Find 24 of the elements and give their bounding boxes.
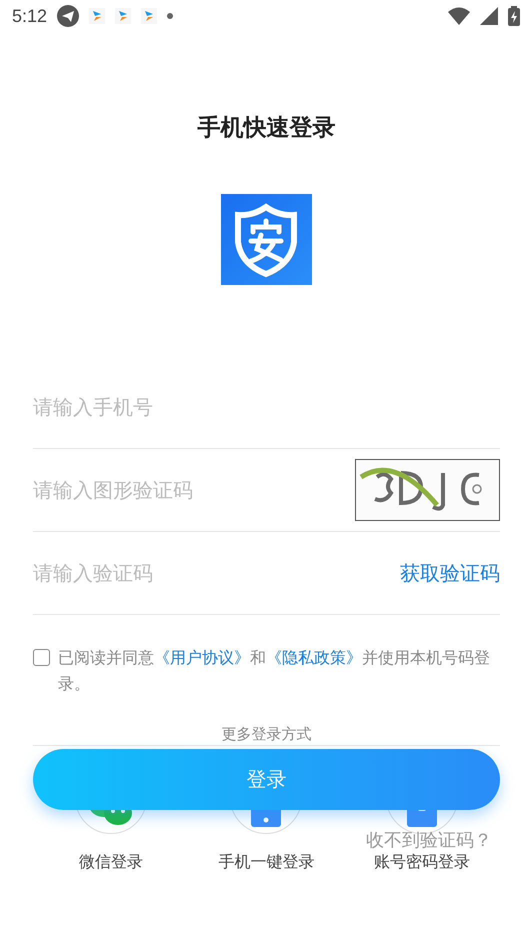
battery-charging-icon <box>508 6 520 26</box>
login-button[interactable]: 登录 <box>33 749 500 810</box>
get-code-button[interactable]: 获取验证码 <box>400 560 500 586</box>
paper-plane-icon <box>57 5 80 27</box>
app-icon <box>115 8 132 24</box>
dot-icon <box>167 13 174 19</box>
signal-icon <box>480 7 498 25</box>
app-icon <box>89 8 106 24</box>
wifi-icon <box>448 7 470 25</box>
page-title: 手机快速登录 <box>196 114 336 143</box>
shield-logo-icon <box>221 194 312 285</box>
login-option-label: 微信登录 <box>78 852 143 873</box>
login-option-label: 手机一键登录 <box>218 852 314 873</box>
input-field[interactable]: 请输入验证码 <box>33 558 400 588</box>
app-icon <box>141 8 158 24</box>
policy-link[interactable]: 《用户协议》 <box>154 648 250 667</box>
policy-link[interactable]: 《隐私政策》 <box>266 648 362 667</box>
help-link[interactable]: 收不到验证码？ <box>366 828 492 852</box>
agreement-text: 已阅读并同意《用户协议》和《隐私政策》并使用本机号码登录。 <box>58 647 491 695</box>
input-field[interactable]: 请输入手机号 <box>33 392 500 422</box>
status-time: 5:12 <box>12 6 48 26</box>
agreement-checkbox[interactable] <box>33 649 50 666</box>
input-field[interactable]: 请输入图形验证码 <box>33 475 355 505</box>
login-option-label: 账号密码登录 <box>374 852 470 873</box>
